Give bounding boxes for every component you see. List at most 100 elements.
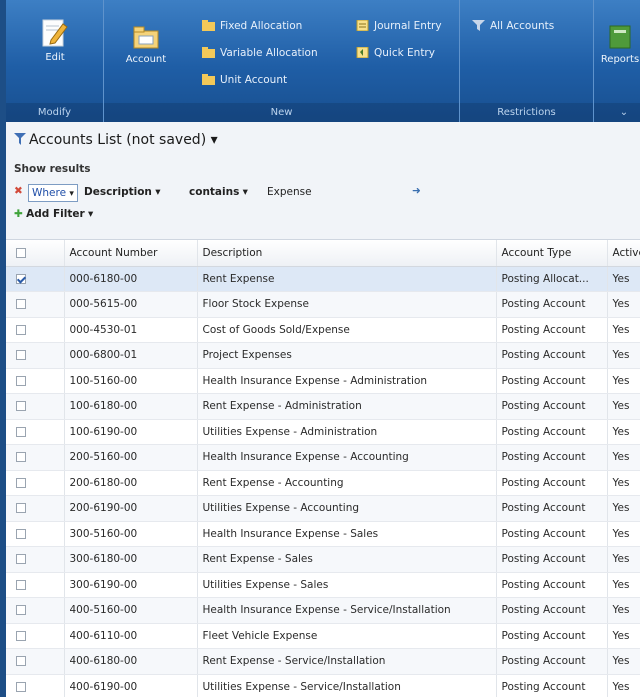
description-cell: Rent Expense - Service/Installation (197, 648, 497, 675)
account-number-cell: 400-6110-00 (64, 623, 198, 649)
active-cell: Yes (607, 470, 640, 496)
description-cell: Floor Stock Expense (197, 291, 497, 318)
table-row[interactable]: 300-6190-00 Utilities Expense - Sales Post… (6, 572, 640, 598)
row-checkbox[interactable] (6, 291, 65, 318)
select-all-checkbox[interactable] (6, 240, 65, 267)
account-number-cell: 000-6800-01 (64, 342, 198, 369)
row-checkbox[interactable] (6, 342, 65, 369)
row-checkbox[interactable] (6, 393, 65, 420)
account-type-cell: Posting Account (496, 572, 608, 598)
table-row[interactable]: 200-5160-00 Health Insurance Expense - Ac… (6, 444, 640, 471)
account-type-cell: Posting Account (496, 623, 608, 649)
account-type-cell: Posting Allocat... (496, 266, 608, 292)
account-number-cell: 300-5160-00 (64, 521, 198, 547)
folder-icon (202, 74, 215, 85)
journal-icon (356, 20, 369, 31)
table-row[interactable]: 300-5160-00 Health Insurance Expense - Sa… (6, 521, 640, 547)
row-checkbox[interactable] (6, 623, 65, 649)
row-checkbox[interactable] (6, 419, 65, 445)
active-cell: Yes (607, 521, 640, 547)
reports-button[interactable]: Reports (598, 24, 640, 65)
description-cell: Cost of Goods Sold/Expense (197, 317, 497, 343)
account-number-cell: 200-6180-00 (64, 470, 198, 496)
checkbox-icon (16, 350, 26, 361)
edit-button[interactable]: Edit (30, 18, 80, 63)
apply-filter-icon[interactable]: ➜ (412, 185, 421, 197)
table-row[interactable]: 100-5160-00 Health Insurance Expense - Ad… (6, 368, 640, 394)
description-cell: Utilities Expense - Sales (197, 572, 497, 598)
description-cell: Health Insurance Expense - Accounting (197, 444, 497, 471)
column-header[interactable]: Account Type (496, 240, 608, 267)
description-cell: Fleet Vehicle Expense (197, 623, 497, 649)
filter-field-select[interactable]: Description ▾ (84, 186, 161, 198)
account-number-cell: 200-6190-00 (64, 495, 198, 522)
group-label-new: New (104, 103, 459, 122)
remove-filter-icon[interactable]: ✖ (14, 185, 23, 197)
account-number-cell: 000-5615-00 (64, 291, 198, 318)
checkbox-icon (16, 273, 26, 284)
table-row[interactable]: 400-6180-00 Rent Expense - Service/Instal… (6, 648, 640, 675)
ribbon: Edit Modify Account Fixed Allocation Var… (6, 0, 640, 122)
table-row[interactable]: 000-6800-01 Project Expenses Posting Accou… (6, 342, 640, 369)
edit-icon (42, 19, 68, 47)
row-checkbox[interactable] (6, 317, 65, 343)
title-dropdown-icon[interactable]: ▾ (211, 132, 218, 148)
reports-icon (609, 25, 631, 49)
active-cell: Yes (607, 623, 640, 649)
row-checkbox[interactable] (6, 674, 65, 697)
unit-account-button[interactable]: Unit Account (202, 71, 287, 89)
variable-allocation-button[interactable]: Variable Allocation (202, 44, 318, 62)
row-checkbox[interactable] (6, 648, 65, 675)
chevron-down-icon: ▾ (69, 189, 74, 199)
filter-value-input[interactable]: Expense (267, 186, 312, 198)
table-row[interactable]: 100-6180-00 Rent Expense - Administration… (6, 393, 640, 420)
checkbox-icon (16, 299, 26, 310)
filter-icon (472, 20, 485, 31)
row-checkbox[interactable] (6, 546, 65, 573)
row-checkbox[interactable] (6, 444, 65, 471)
filter-operator-select[interactable]: contains ▾ (189, 186, 248, 198)
where-select[interactable]: Where ▾ (28, 184, 78, 202)
table-row[interactable]: 400-5160-00 Health Insurance Expense - Se… (6, 597, 640, 624)
journal-entry-button[interactable]: Journal Entry (356, 17, 442, 35)
account-button[interactable]: Account (118, 24, 174, 65)
all-accounts-button[interactable]: All Accounts (472, 17, 554, 35)
active-cell: Yes (607, 266, 640, 292)
row-checkbox[interactable] (6, 572, 65, 598)
row-checkbox[interactable] (6, 266, 65, 292)
column-header[interactable]: Account Number (64, 240, 198, 267)
table-row[interactable]: 200-6180-00 Rent Expense - Accounting Post… (6, 470, 640, 496)
row-checkbox[interactable] (6, 495, 65, 522)
description-cell: Rent Expense (197, 266, 497, 292)
quick-entry-button[interactable]: Quick Entry (356, 44, 435, 62)
table-row[interactable]: 400-6190-00 Utilities Expense - Service/I… (6, 674, 640, 697)
active-cell: Yes (607, 368, 640, 394)
table-row[interactable]: 000-4530-01 Cost of Goods Sold/Expense Pos… (6, 317, 640, 343)
checkbox-icon (16, 605, 26, 616)
account-type-cell: Posting Account (496, 419, 608, 445)
row-checkbox[interactable] (6, 470, 65, 496)
active-cell: Yes (607, 317, 640, 343)
table-row[interactable]: 300-6180-00 Rent Expense - Sales Posting A… (6, 546, 640, 573)
ribbon-group-restrictions: All Accounts Restrictions (460, 0, 594, 122)
fixed-allocation-button[interactable]: Fixed Allocation (202, 17, 302, 35)
account-number-cell: 300-6190-00 (64, 572, 198, 598)
table-row[interactable]: 000-6180-00 Rent Expense Posting Allocat..… (6, 266, 640, 292)
quick-entry-icon (356, 47, 369, 58)
list-title[interactable]: Accounts List (not saved) ▾ (14, 132, 218, 148)
table-row[interactable]: 000-5615-00 Floor Stock Expense Posting Ac… (6, 291, 640, 318)
row-checkbox[interactable] (6, 368, 65, 394)
checkbox-icon (16, 375, 26, 386)
checkbox-icon (16, 681, 26, 692)
table-row[interactable]: 100-6190-00 Utilities Expense - Administr… (6, 419, 640, 445)
table-row[interactable]: 400-6110-00 Fleet Vehicle Expense Posting … (6, 623, 640, 649)
column-header[interactable]: Description (197, 240, 497, 267)
row-checkbox[interactable] (6, 521, 65, 547)
checkbox-icon (16, 503, 26, 514)
column-header[interactable]: Active (607, 240, 640, 267)
description-cell: Utilities Expense - Administration (197, 419, 497, 445)
row-checkbox[interactable] (6, 597, 65, 624)
table-row[interactable]: 200-6190-00 Utilities Expense - Accountin… (6, 495, 640, 522)
reports-dropdown[interactable]: ⌄ (594, 103, 640, 122)
add-filter-button[interactable]: ✚ Add Filter ▾ (14, 208, 93, 220)
